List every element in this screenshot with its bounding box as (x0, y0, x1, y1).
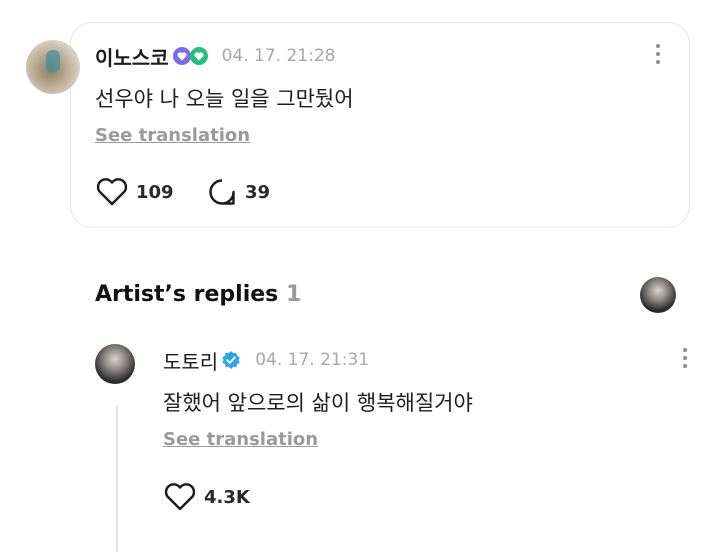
comment-reply-count: 39 (245, 181, 271, 203)
reply-username[interactable]: 도토리 (163, 346, 218, 375)
comment-like-count: 109 (136, 181, 174, 203)
reply-timestamp: 04. 17. 21:31 (255, 350, 370, 370)
comment-header: 이노스코 04. 17. 21:28 (95, 42, 336, 71)
artist-replies-title: Artist’s replies (95, 282, 279, 307)
heart-icon (95, 177, 129, 207)
artist-avatar[interactable] (95, 344, 135, 384)
user-avatar[interactable] (26, 40, 80, 94)
reply-like-count: 4.3K (204, 486, 250, 508)
comment-username[interactable]: 이노스코 (95, 42, 169, 71)
reply-header: 도토리 04. 17. 21:31 (163, 346, 370, 375)
comment-more-icon[interactable] (654, 44, 662, 64)
reply-more-icon[interactable] (681, 348, 689, 368)
comment-see-translation-link[interactable]: See translation (95, 125, 250, 146)
comment-reply-button[interactable]: 39 (207, 177, 270, 207)
artist-avatar-small[interactable] (640, 277, 676, 313)
heart-icon (163, 482, 197, 512)
comment-timestamp: 04. 17. 21:28 (221, 46, 336, 66)
reply-text: 잘했어 앞으로의 삶이 행복해질거야 (163, 391, 473, 415)
reply-like-button[interactable]: 4.3K (163, 482, 250, 512)
artist-replies-count: 1 (285, 282, 302, 307)
artist-replies-heading: Artist’s replies 1 (95, 282, 301, 307)
verified-icon (221, 350, 241, 370)
fan-badge-icon (172, 46, 210, 66)
comment-like-button[interactable]: 109 (95, 177, 174, 207)
reply-see-translation-link[interactable]: See translation (163, 429, 318, 450)
speech-bubble-icon (207, 177, 237, 207)
comment-text: 선우야 나 오늘 일을 그만뒀어 (95, 87, 354, 111)
thread-line (116, 405, 118, 552)
